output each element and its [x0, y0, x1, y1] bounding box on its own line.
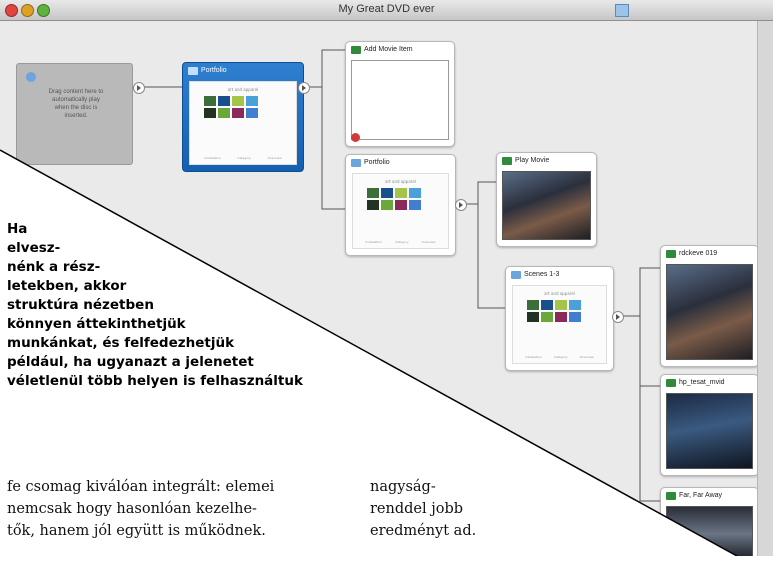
caption-line: nénk a rész- [7, 259, 101, 275]
article-column-right: nagyság- renddel jobb eredményt ad. [370, 476, 476, 542]
caption-line: Ha [7, 221, 28, 237]
caption-line: elvesz- [7, 240, 61, 256]
article-line: fe csomag kiválóan integrált: elemei [7, 479, 275, 495]
article-line: tők, hanem jól együtt is működnek. [7, 523, 266, 539]
article-line: eredményt ad. [370, 523, 477, 539]
article-column-left: fe csomag kiválóan integrált: elemei nem… [7, 476, 274, 542]
article-line: renddel jobb [370, 501, 464, 517]
caption-line: véletlenül több helyen is felhasználtuk [7, 373, 303, 389]
image-caption: Ha elvesz- nénk a rész- letekben, akkor … [7, 220, 303, 391]
article-line: nagyság- [370, 479, 436, 495]
caption-line: munkánkat, és felfedezhetjük [7, 335, 235, 351]
caption-line: struktúra nézetben [7, 297, 154, 313]
caption-line: letekben, akkor [7, 278, 127, 294]
article-line: nemcsak hogy hasonlóan kezelhe- [7, 501, 257, 517]
caption-line: például, ha ugyanazt a jelenetet [7, 354, 254, 370]
caption-line: könnyen áttekinthetjük [7, 316, 186, 332]
